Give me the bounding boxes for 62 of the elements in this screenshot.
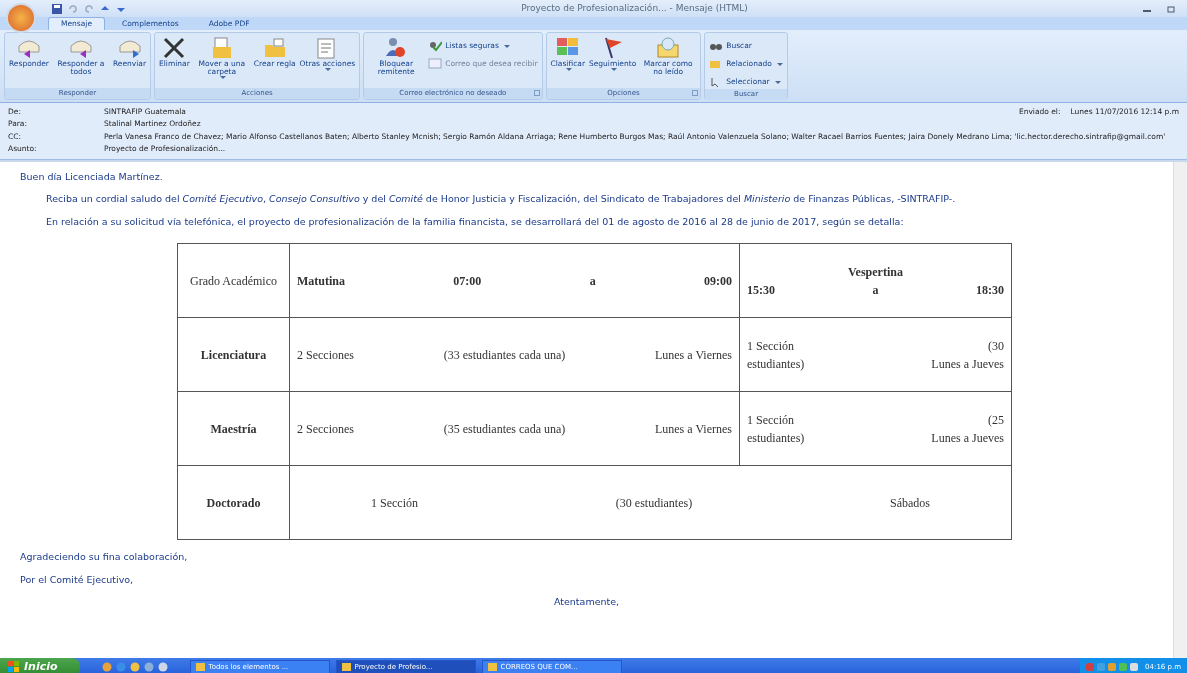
caret-icon <box>774 80 781 84</box>
closing-text: Agradeciendo su fina colaboración, <box>20 550 189 565</box>
cell-text: 1 Sección <box>747 337 794 355</box>
caret-icon <box>325 68 332 71</box>
cell-text: Vespertina <box>848 263 903 281</box>
table-cell: Grado Académico <box>177 243 290 318</box>
scrollbar[interactable] <box>1173 162 1187 658</box>
window-icon <box>487 663 497 671</box>
cell-text: 09:00 <box>704 272 732 290</box>
cell-text: Lunes a Viernes <box>654 346 732 364</box>
office-button[interactable] <box>6 3 36 33</box>
cell-text: Lunes a Viernes <box>654 420 732 438</box>
cell-text: (30 estudiantes) <box>615 494 693 512</box>
cell-text: estudiantes) <box>747 355 805 373</box>
signoff-text: Atentamente, <box>553 595 620 607</box>
cell-text: Lunes a Jueves <box>931 429 1004 447</box>
cell-text: 18:30 <box>976 281 1004 299</box>
closing-text: Por el Comité Ejecutivo, <box>20 572 135 587</box>
dialog-launcher-icon[interactable] <box>692 90 699 96</box>
table-cell: Doctorado <box>177 465 290 540</box>
paragraph: En relación a su solicitud vía telefónica, el proyecto de profesionalización de la familia financista, se desarrollará del 01 de agosto de 2016 al 28 de junio de 2017, según se detalla: <box>45 215 905 230</box>
cell-text: Lunes a Jueves <box>931 355 1004 373</box>
paragraph: Reciba un cordial saludo del Comité Ejecutivo, Consejo Consultivo y del Comité de Honor Justicia y Fiscalización, del Sindicato de Trabajadores del Ministerio de Finanzas Públicas, -SINTRAFIP-. <box>45 192 957 207</box>
cell-text: estudiantes) <box>747 429 805 447</box>
quick-launch-icon[interactable] <box>115 662 126 672</box>
dialog-launcher-icon[interactable] <box>533 90 540 96</box>
cell-text: (30 <box>988 337 1004 355</box>
cell-text: 1 Sección <box>371 494 418 512</box>
restore-icon[interactable] <box>1167 4 1175 13</box>
cell-text: 1 Sección <box>747 411 794 429</box>
cell-text: a <box>589 272 596 290</box>
person-check-icon <box>428 40 443 52</box>
greeting-text: Buen día Licenciada Martínez. <box>20 170 164 184</box>
table-cell: Licenciatura <box>177 317 290 392</box>
caret-icon <box>610 68 617 71</box>
windows-logo-icon <box>8 661 20 673</box>
cell-text: 07:00 <box>453 272 482 290</box>
redo-icon[interactable] <box>84 3 94 14</box>
start-button[interactable]: Inicio <box>0 658 80 673</box>
caret-icon <box>503 44 510 48</box>
window-icon <box>195 663 205 671</box>
cell-text: 2 Secciones <box>297 346 354 364</box>
caret-icon <box>219 76 226 79</box>
cell-text: a <box>872 281 879 299</box>
quick-launch-icon[interactable] <box>129 662 140 672</box>
cell-text: 15:30 <box>747 281 775 299</box>
cell-text: 2 Secciones <box>297 420 354 438</box>
caret-icon <box>565 68 572 71</box>
quick-launch-icon[interactable] <box>157 662 168 672</box>
cell-text: Sábados <box>890 494 930 512</box>
cell-text: (33 estudiantes cada una) <box>443 346 566 364</box>
cell-text: (25 <box>988 411 1004 429</box>
quick-launch-icon[interactable] <box>143 662 154 672</box>
window-icon <box>341 663 351 671</box>
caret-icon <box>776 62 783 66</box>
table-cell: Maestría <box>177 391 290 466</box>
quick-launch-icon[interactable] <box>101 662 112 672</box>
window-title: Proyecto de Profesionalización... - Mensaje (HTML) <box>521 1 748 15</box>
undo-icon[interactable] <box>68 3 78 14</box>
cell-text: (35 estudiantes cada una) <box>443 420 566 438</box>
cell-text: Matutina <box>297 272 345 290</box>
save-icon[interactable] <box>52 3 62 14</box>
